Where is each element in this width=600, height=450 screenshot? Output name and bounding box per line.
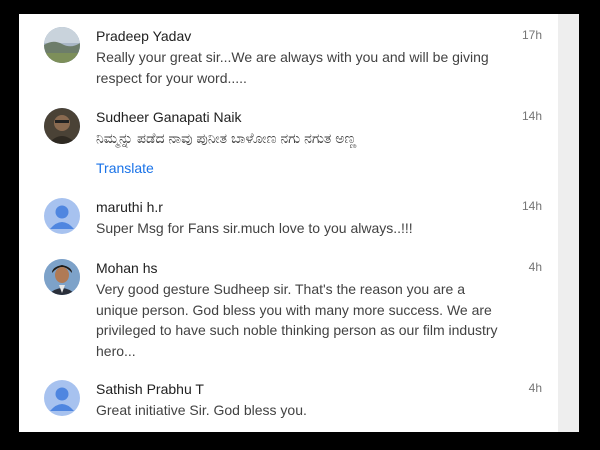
comment-text: Very good gesture Sudheep sir. That's th… [96, 281, 498, 359]
comment-timestamp[interactable]: 4h [529, 380, 542, 396]
default-user-icon[interactable] [44, 380, 80, 416]
comment-author[interactable]: Sathish Prabhu T [96, 380, 204, 398]
comment-timestamp[interactable]: 17h [522, 27, 542, 43]
comment-text: ನಿಮ್ಮನ್ನು ಪಡೆದ ನಾವು ಪುನೀತ ಬಾಳೋಣ ನಗು ನಗುತ… [96, 130, 357, 146]
photo-avatar-icon[interactable] [44, 259, 80, 295]
comment-timestamp[interactable]: 4h [529, 259, 542, 275]
comment-timestamp[interactable]: 14h [522, 108, 542, 124]
comment-text: Really your great sir...We are always wi… [96, 49, 489, 86]
default-user-icon[interactable] [44, 198, 80, 234]
translate-link[interactable]: Translate [96, 159, 154, 177]
comment-author[interactable]: maruthi h.r [96, 198, 163, 216]
scrollbar-track[interactable] [558, 14, 579, 432]
comment-text: Super Msg for Fans sir.much love to you … [96, 220, 413, 236]
comment-author[interactable]: Mohan hs [96, 259, 157, 277]
comment-author[interactable]: Pradeep Yadav [96, 27, 191, 45]
comment-text: Great initiative Sir. God bless you. [96, 402, 307, 418]
comment-timestamp[interactable]: 14h [522, 198, 542, 214]
photo-avatar-icon[interactable] [44, 27, 80, 63]
comment-author[interactable]: Sudheer Ganapati Naik [96, 108, 242, 126]
comments-window: Pradeep Yadav 17h Really your great sir.… [19, 14, 579, 432]
photo-avatar-icon[interactable] [44, 108, 80, 144]
comments-panel: Pradeep Yadav 17h Really your great sir.… [19, 14, 558, 432]
